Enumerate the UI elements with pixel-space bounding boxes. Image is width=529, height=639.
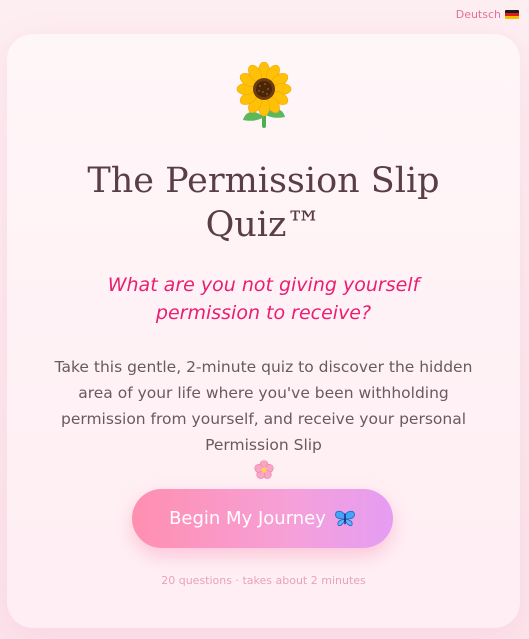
butterfly-icon <box>335 510 355 526</box>
page-title: The Permission Slip Quiz™ <box>87 161 440 245</box>
cherry-blossom-icon <box>253 460 274 479</box>
begin-journey-button[interactable]: Begin My Journey <box>132 489 393 548</box>
quiz-meta-info: 20 questions · takes about 2 minutes <box>161 574 366 587</box>
language-switcher[interactable]: Deutsch <box>456 8 519 21</box>
quiz-description: Take this gentle, 2-minute quiz to disco… <box>54 358 473 454</box>
sunflower-icon <box>236 62 292 128</box>
language-label: Deutsch <box>455 8 501 21</box>
quiz-subtitle: What are you not giving yourself permiss… <box>107 274 420 324</box>
quiz-description-block: Take this gentle, 2-minute quiz to disco… <box>45 354 482 480</box>
begin-journey-label: Begin My Journey <box>169 508 326 529</box>
german-flag-icon <box>505 9 519 20</box>
quiz-intro-card: The Permission Slip Quiz™ What are you n… <box>7 34 520 628</box>
